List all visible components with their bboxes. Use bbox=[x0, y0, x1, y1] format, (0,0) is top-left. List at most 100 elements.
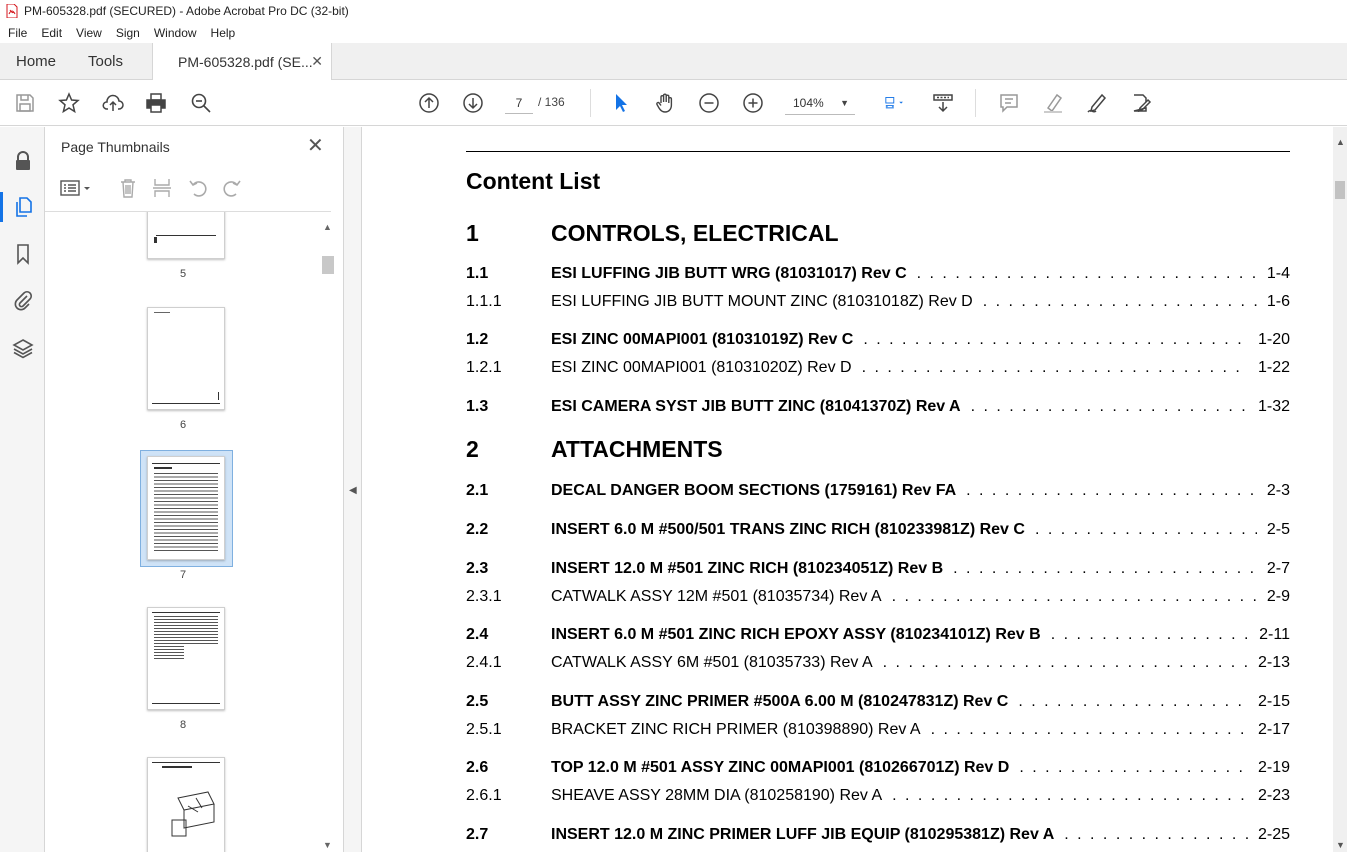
insert-pages-icon[interactable] bbox=[151, 177, 173, 199]
toolbar-divider bbox=[590, 89, 591, 117]
toc-section-heading[interactable]: 2 ATTACHMENTS bbox=[466, 436, 1290, 466]
thumbnail-page[interactable] bbox=[147, 607, 225, 710]
search-zoom-icon[interactable] bbox=[189, 91, 213, 115]
previous-page-icon[interactable] bbox=[417, 91, 441, 115]
print-icon[interactable] bbox=[144, 91, 168, 115]
toc-page-number: 2-5 bbox=[1266, 521, 1290, 538]
document-scroll-thumb[interactable] bbox=[1335, 181, 1345, 199]
thumbnail-page[interactable] bbox=[147, 757, 225, 852]
menu-edit[interactable]: Edit bbox=[41, 26, 62, 40]
toc-number: 2.4 bbox=[466, 626, 489, 643]
page-thumbnails-icon[interactable] bbox=[11, 195, 35, 219]
toc-entry[interactable]: 1.1.1 ESI LUFFING JIB BUTT MOUNT ZINC (81… bbox=[466, 293, 1290, 315]
zoom-in-icon[interactable] bbox=[741, 91, 765, 115]
toc-number: 2.7 bbox=[466, 826, 489, 843]
toc-page-number: 1-6 bbox=[1266, 293, 1290, 310]
toc-page-number: 2-19 bbox=[1257, 759, 1290, 776]
tab-document[interactable]: PM-605328.pdf (SE... ✕ bbox=[152, 43, 332, 81]
toc-title: INSERT 6.0 M #500/501 TRANS ZINC RICH (8… bbox=[551, 521, 1025, 538]
fit-page-icon[interactable] bbox=[877, 91, 913, 115]
toc-section-heading[interactable]: 1 CONTROLS, ELECTRICAL bbox=[466, 220, 1290, 250]
edit-pdf-icon[interactable] bbox=[1129, 91, 1153, 115]
close-icon[interactable]: ✕ bbox=[307, 136, 324, 156]
toc-number: 1.1 bbox=[466, 265, 489, 282]
toc-number: 1 bbox=[466, 220, 479, 246]
toc-entry[interactable]: 2.6.1 SHEAVE ASSY 28MM DIA (810258190) Re… bbox=[466, 787, 1290, 809]
toc-entry[interactable]: 2.6 TOP 12.0 M #501 ASSY ZINC 00MAPI001 (… bbox=[466, 759, 1290, 781]
scroll-up-icon[interactable]: ▲ bbox=[1336, 137, 1345, 147]
hand-tool-icon[interactable] bbox=[653, 91, 677, 115]
scroll-mode-icon[interactable] bbox=[931, 91, 955, 115]
rotate-right-icon[interactable] bbox=[221, 177, 243, 199]
tab-bar: Home Tools PM-605328.pdf (SE... ✕ bbox=[0, 43, 1347, 81]
close-tab-icon[interactable]: ✕ bbox=[311, 53, 323, 70]
toc-entry[interactable]: 2.5 BUTT ASSY ZINC PRIMER #500A 6.00 M (8… bbox=[466, 693, 1290, 715]
bookmarks-icon[interactable] bbox=[11, 242, 35, 266]
toc-page-number: 1-32 bbox=[1257, 398, 1290, 415]
page-total: / 136 bbox=[538, 95, 565, 109]
menu-window[interactable]: Window bbox=[154, 26, 197, 40]
toc-entry[interactable]: 1.3 ESI CAMERA SYST JIB BUTT ZINC (810413… bbox=[466, 398, 1290, 420]
toc-title: BRACKET ZINC RICH PRIMER (810398890) Rev… bbox=[551, 721, 921, 738]
menu-view[interactable]: View bbox=[76, 26, 102, 40]
toc-entry[interactable]: 2.3.1 CATWALK ASSY 12M #501 (81035734) Re… bbox=[466, 588, 1290, 610]
scroll-down-icon[interactable]: ▼ bbox=[323, 840, 332, 850]
document-scrollbar[interactable] bbox=[1333, 127, 1347, 852]
menu-help[interactable]: Help bbox=[211, 26, 236, 40]
toc-leader-dots: . . . . . . . . . . . . . . . . . . . . … bbox=[891, 588, 1257, 605]
thumbnail-page[interactable] bbox=[147, 456, 225, 560]
toc-entry[interactable]: 1.2.1 ESI ZINC 00MAPI001 (81031020Z) Rev … bbox=[466, 359, 1290, 381]
page-thumbnails-panel: Page Thumbnails ✕ 5 6 7 8 ▲ ▼ bbox=[45, 127, 344, 852]
toc-leader-dots: . . . . . . . . . . . . . . . . . . . . … bbox=[1018, 693, 1248, 710]
thumbnail-page[interactable] bbox=[147, 212, 225, 259]
toc-entry[interactable]: 2.7 INSERT 12.0 M ZINC PRIMER LUFF JIB EQ… bbox=[466, 826, 1290, 848]
tab-home[interactable]: Home bbox=[16, 43, 56, 80]
toc-page-number: 2-17 bbox=[1257, 721, 1290, 738]
thumbnail-label: 7 bbox=[179, 569, 187, 581]
toc-leader-dots: . . . . . . . . . . . . . . . . . . . . … bbox=[882, 654, 1248, 671]
toc-leader-dots: . . . . . . . . . . . . . . . . . . . . … bbox=[982, 293, 1257, 310]
lock-icon[interactable] bbox=[11, 149, 35, 173]
thumbnail-scroll-thumb[interactable] bbox=[322, 256, 334, 274]
menu-sign[interactable]: Sign bbox=[116, 26, 140, 40]
toc-entry[interactable]: 2.1 DECAL DANGER BOOM SECTIONS (1759161) … bbox=[466, 482, 1290, 504]
left-navigation-rail bbox=[0, 127, 45, 852]
tab-tools[interactable]: Tools bbox=[88, 43, 123, 80]
toc-entry[interactable]: 2.4 INSERT 6.0 M #501 ZINC RICH EPOXY ASS… bbox=[466, 626, 1290, 648]
save-icon[interactable] bbox=[13, 91, 37, 115]
menu-file[interactable]: File bbox=[8, 26, 27, 40]
toc-entry[interactable]: 1.2 ESI ZINC 00MAPI001 (81031019Z) Rev C.… bbox=[466, 331, 1290, 353]
collapse-left-icon[interactable]: ◀ bbox=[349, 485, 357, 496]
scroll-down-icon[interactable]: ▼ bbox=[1336, 840, 1345, 850]
page-number-input[interactable] bbox=[505, 92, 533, 114]
comment-icon[interactable] bbox=[997, 91, 1021, 115]
toc-entry[interactable]: 2.4.1 CATWALK ASSY 6M #501 (81035733) Rev… bbox=[466, 654, 1290, 676]
attachment-icon[interactable] bbox=[11, 288, 35, 312]
next-page-icon[interactable] bbox=[461, 91, 485, 115]
highlight-pen-icon[interactable] bbox=[1041, 91, 1065, 115]
thumbnail-page[interactable] bbox=[147, 307, 225, 410]
toc-entry[interactable]: 2.2 INSERT 6.0 M #500/501 TRANS ZINC RICH… bbox=[466, 521, 1290, 543]
layers-icon[interactable] bbox=[11, 336, 35, 360]
document-view[interactable]: Content List 1 CONTROLS, ELECTRICAL 1.1 ESI… bbox=[362, 127, 1333, 852]
toc-leader-dots: . . . . . . . . . . . . . . . . . . . . … bbox=[1064, 826, 1248, 843]
scroll-up-icon[interactable]: ▲ bbox=[323, 222, 332, 232]
bookmark-star-icon[interactable] bbox=[57, 91, 81, 115]
toc-entry[interactable]: 2.3 INSERT 12.0 M #501 ZINC RICH (8102340… bbox=[466, 560, 1290, 582]
select-cursor-icon[interactable] bbox=[609, 91, 633, 115]
rotate-left-icon[interactable] bbox=[187, 177, 209, 199]
toc-number: 1.3 bbox=[466, 398, 489, 415]
sign-icon[interactable] bbox=[1085, 91, 1109, 115]
thumbnail-scrollbar[interactable] bbox=[321, 212, 335, 852]
zoom-level-dropdown[interactable]: 104% ▼ bbox=[785, 91, 855, 115]
toc-entry[interactable]: 2.5.1 BRACKET ZINC RICH PRIMER (810398890… bbox=[466, 721, 1290, 743]
zoom-out-icon[interactable] bbox=[697, 91, 721, 115]
toc-entry[interactable]: 1.1 ESI LUFFING JIB BUTT WRG (81031017) R… bbox=[466, 265, 1290, 287]
toc-page-number: 2-15 bbox=[1257, 693, 1290, 710]
main-toolbar: / 136 104% ▼ bbox=[0, 80, 1347, 126]
delete-pages-icon[interactable] bbox=[117, 177, 139, 199]
toc-number: 1.2.1 bbox=[466, 359, 502, 376]
upload-cloud-icon[interactable] bbox=[101, 91, 125, 115]
panel-collapse-strip[interactable]: ◀ bbox=[344, 127, 362, 852]
thumbnail-options-icon[interactable] bbox=[59, 177, 93, 199]
